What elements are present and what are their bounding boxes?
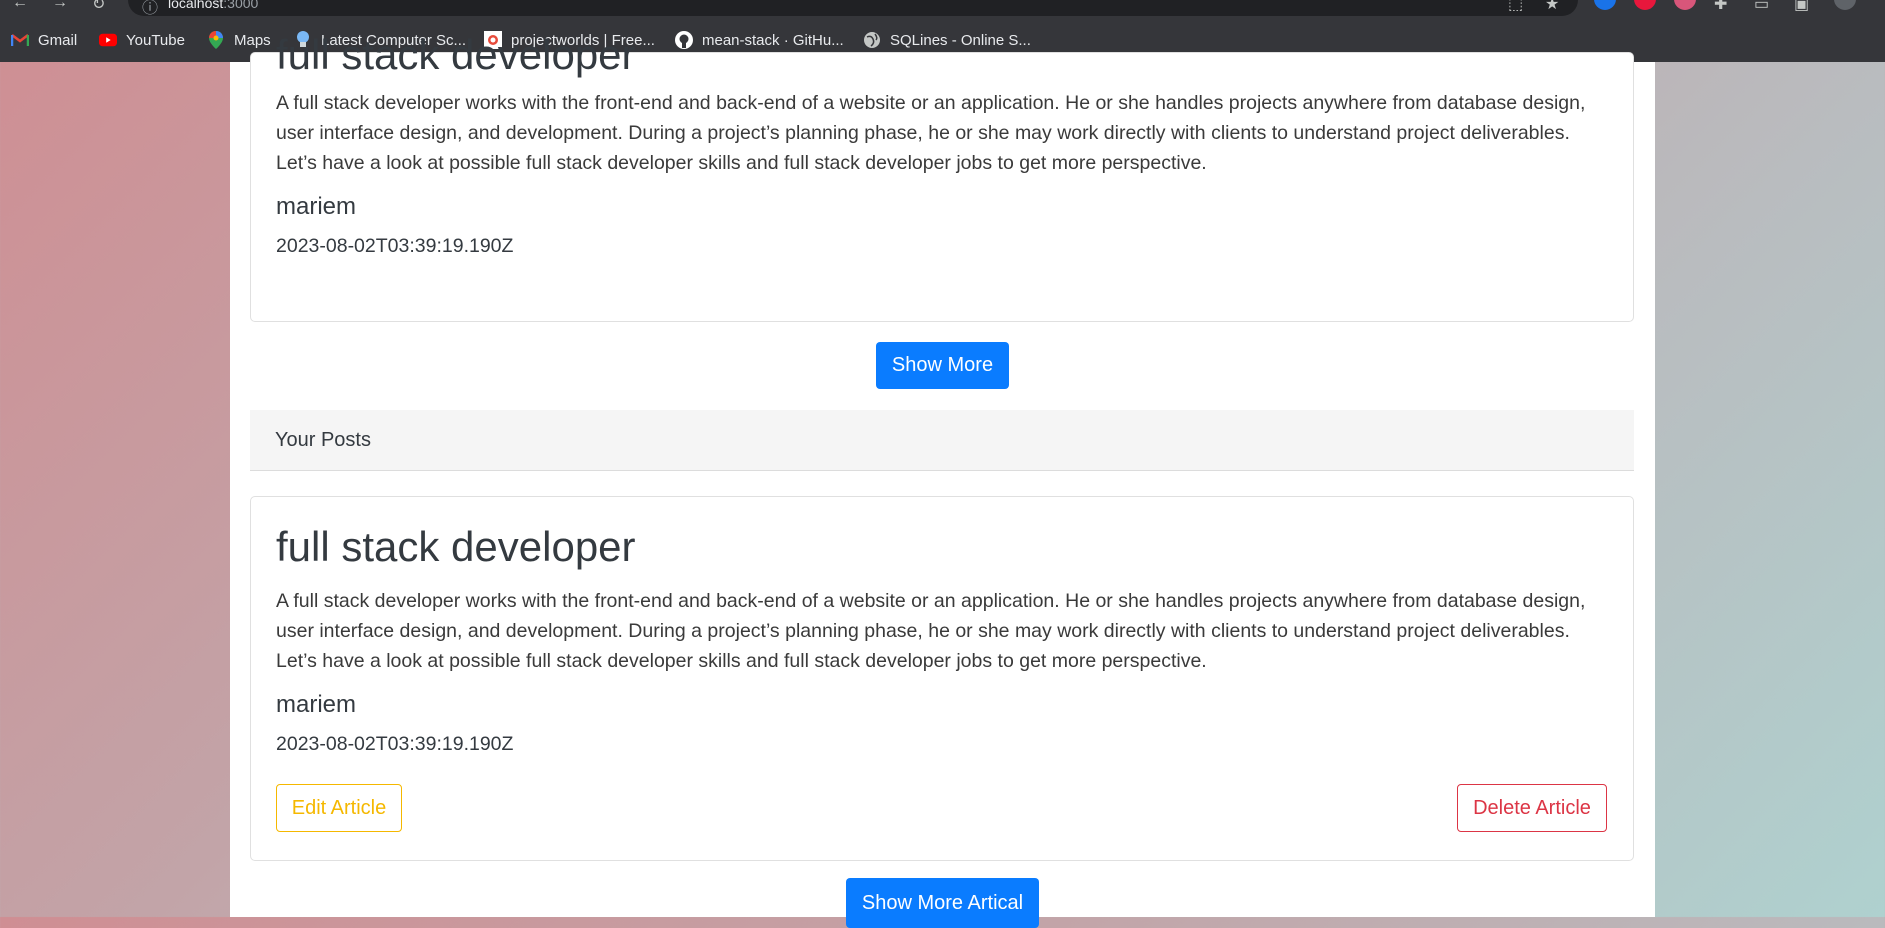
site-info-icon[interactable]: ⓘ: [142, 0, 158, 18]
maps-icon: [207, 31, 225, 49]
article-card: full stack developer A full stack develo…: [250, 31, 1634, 322]
address-host: localhost: [168, 0, 224, 11]
youtube-icon: [99, 31, 117, 49]
github-icon: [675, 31, 693, 49]
back-icon[interactable]: ←: [12, 0, 28, 12]
bookmark-mean-stack-github[interactable]: mean-stack · GitHu...: [675, 28, 844, 52]
gmail-icon: [11, 31, 29, 49]
your-article-date: 2023-08-02T03:39:19.190Z: [276, 733, 514, 755]
reload-icon[interactable]: ↻: [92, 0, 105, 14]
edit-article-button[interactable]: Edit Article: [276, 784, 402, 832]
window-icon[interactable]: ▭: [1754, 0, 1769, 14]
extension-blue-icon[interactable]: [1594, 0, 1616, 10]
address-port: :3000: [223, 0, 259, 11]
extensions-puzzle-icon[interactable]: ✚: [1714, 0, 1727, 14]
bookmark-sqlines[interactable]: SQLines - Online S...: [863, 28, 1031, 52]
address-text[interactable]: localhost:3000: [168, 0, 258, 11]
extension-red-icon[interactable]: [1634, 0, 1656, 10]
share-icon[interactable]: ⬚: [1508, 0, 1523, 14]
side-panel-icon[interactable]: ▣: [1794, 0, 1809, 14]
delete-article-button[interactable]: Delete Article: [1457, 784, 1607, 832]
bookmark-label: YouTube: [126, 31, 185, 49]
extension-pink-icon[interactable]: [1674, 0, 1696, 10]
globe-icon: [863, 31, 881, 49]
bookmark-label: Maps: [234, 31, 271, 49]
profile-avatar[interactable]: [1834, 0, 1856, 10]
your-posts-title: Your Posts: [275, 429, 371, 451]
show-more-articles-button[interactable]: Show More Artical: [846, 878, 1039, 928]
your-article-card: full stack developer A full stack develo…: [250, 496, 1634, 861]
article-author: mariem: [276, 193, 357, 220]
article-title: full stack developer: [276, 31, 636, 78]
page-content: full stack developer A full stack develo…: [230, 31, 1655, 928]
show-more-button[interactable]: Show More: [876, 342, 1009, 389]
bookmark-youtube[interactable]: YouTube: [99, 28, 185, 52]
forward-icon[interactable]: →: [52, 0, 68, 12]
bookmark-maps[interactable]: Maps: [207, 28, 271, 52]
browser-toolbar: ← → ↻ ⓘ localhost:3000 ⬚ ★ ✚ ▭ ▣: [0, 0, 1885, 18]
article-date: 2023-08-02T03:39:19.190Z: [276, 235, 514, 257]
bookmark-label: Gmail: [38, 31, 78, 49]
bookmark-gmail[interactable]: Gmail: [11, 28, 77, 52]
bookmark-star-icon[interactable]: ★: [1545, 0, 1559, 14]
your-posts-header: Your Posts: [250, 410, 1634, 471]
your-article-author: mariem: [276, 691, 357, 718]
address-bar[interactable]: [128, 0, 1578, 16]
article-body: A full stack developer works with the fr…: [276, 92, 1586, 174]
bookmark-label: SQLines - Online S...: [890, 31, 1031, 49]
your-article-title: full stack developer: [276, 523, 636, 570]
bookmark-label: mean-stack · GitHu...: [702, 31, 844, 49]
your-article-body: A full stack developer works with the fr…: [276, 590, 1586, 672]
